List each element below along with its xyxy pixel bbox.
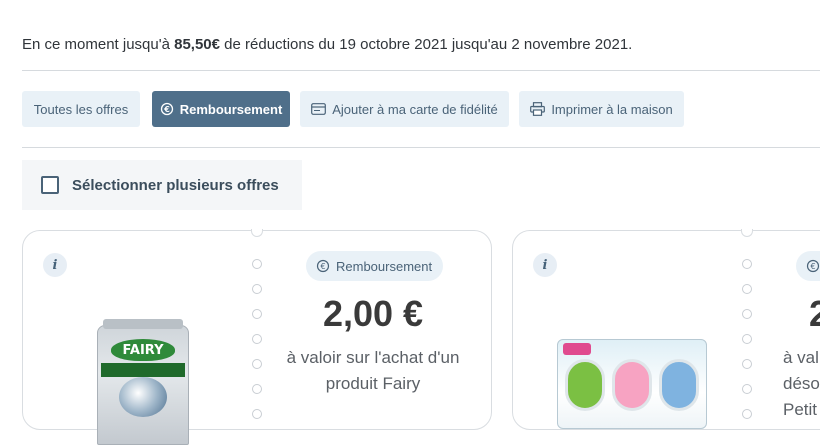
summary-prefix: En ce moment jusqu'à bbox=[22, 36, 175, 53]
multi-select-label: Sélectionner plusieurs offres bbox=[72, 176, 279, 194]
info-icon[interactable]: i bbox=[533, 253, 557, 277]
perforation-dot bbox=[742, 409, 752, 419]
offer-type-badge: € bbox=[796, 251, 820, 281]
fairy-product-image: FAIRY bbox=[97, 319, 189, 445]
perforation-dot bbox=[742, 384, 752, 394]
filter-print-home[interactable]: Imprimer à la maison bbox=[519, 91, 684, 127]
filter-refund[interactable]: € Remboursement bbox=[152, 91, 290, 127]
offer-card[interactable]: i FAIRY € Remboursement 2,00 € à valoir … bbox=[22, 229, 492, 445]
filter-label: Ajouter à ma carte de fidélité bbox=[332, 101, 498, 117]
perforation-dot bbox=[742, 259, 752, 269]
perforation-dot bbox=[252, 409, 262, 419]
offer-description-line: produit Fairy bbox=[325, 374, 421, 393]
summary-suffix: de réductions du 19 octobre 2021 jusqu'a… bbox=[220, 36, 633, 53]
printer-icon bbox=[530, 102, 546, 116]
svg-text:€: € bbox=[163, 105, 170, 114]
perforation-dot bbox=[252, 309, 262, 319]
perforation-dot bbox=[252, 334, 262, 344]
filter-all-offers[interactable]: Toutes les offres bbox=[22, 91, 140, 127]
febreze-product-image bbox=[557, 339, 707, 429]
perforation-dot bbox=[252, 259, 262, 269]
perforation-dot bbox=[742, 309, 752, 319]
filter-label: Imprimer à la maison bbox=[551, 101, 673, 117]
perforation-dot bbox=[742, 284, 752, 294]
filter-label: Remboursement bbox=[179, 101, 283, 117]
svg-text:€: € bbox=[810, 262, 815, 271]
offer-card[interactable]: i € 2 à val désod Petit bbox=[512, 229, 820, 430]
info-icon[interactable]: i bbox=[43, 253, 67, 277]
offer-amount: 2 bbox=[809, 293, 820, 334]
perforation-dot bbox=[252, 284, 262, 294]
offers-summary: En ce moment jusqu'à 85,50€ de réduction… bbox=[22, 36, 632, 53]
offer-description-line: Petit bbox=[783, 400, 818, 419]
divider bbox=[22, 147, 820, 148]
perforation-dot bbox=[742, 334, 752, 344]
svg-text:€: € bbox=[320, 262, 325, 271]
divider bbox=[22, 70, 820, 71]
offer-description-line: à val bbox=[783, 348, 819, 367]
perforation-dot bbox=[252, 359, 262, 369]
coupon-notch bbox=[251, 229, 263, 237]
loyalty-card-icon bbox=[311, 103, 327, 115]
offer-amount: 2,00 € bbox=[322, 293, 424, 334]
filter-label: Toutes les offres bbox=[33, 101, 129, 117]
perforation-dot bbox=[252, 384, 262, 394]
summary-amount: 85,50€ bbox=[174, 36, 220, 53]
offer-description-line: désod bbox=[783, 374, 820, 393]
refund-icon: € bbox=[316, 259, 330, 273]
offer-description-line: à valoir sur l'achat d'un bbox=[286, 348, 460, 367]
product-logo: FAIRY bbox=[111, 339, 175, 361]
refund-icon: € bbox=[160, 102, 173, 116]
multi-select-toggle[interactable]: Sélectionner plusieurs offres bbox=[22, 160, 302, 210]
coupon-notch bbox=[741, 229, 753, 237]
multi-select-checkbox[interactable] bbox=[41, 176, 59, 194]
offer-type-badge: € Remboursement bbox=[306, 251, 443, 281]
filter-loyalty-card[interactable]: Ajouter à ma carte de fidélité bbox=[300, 91, 509, 127]
refund-icon: € bbox=[806, 259, 820, 273]
badge-label: Remboursement bbox=[336, 258, 433, 274]
offer-description: à val désod Petit bbox=[783, 345, 820, 423]
offer-description: à valoir sur l'achat d'un produit Fairy bbox=[273, 345, 473, 397]
perforation-dot bbox=[742, 359, 752, 369]
